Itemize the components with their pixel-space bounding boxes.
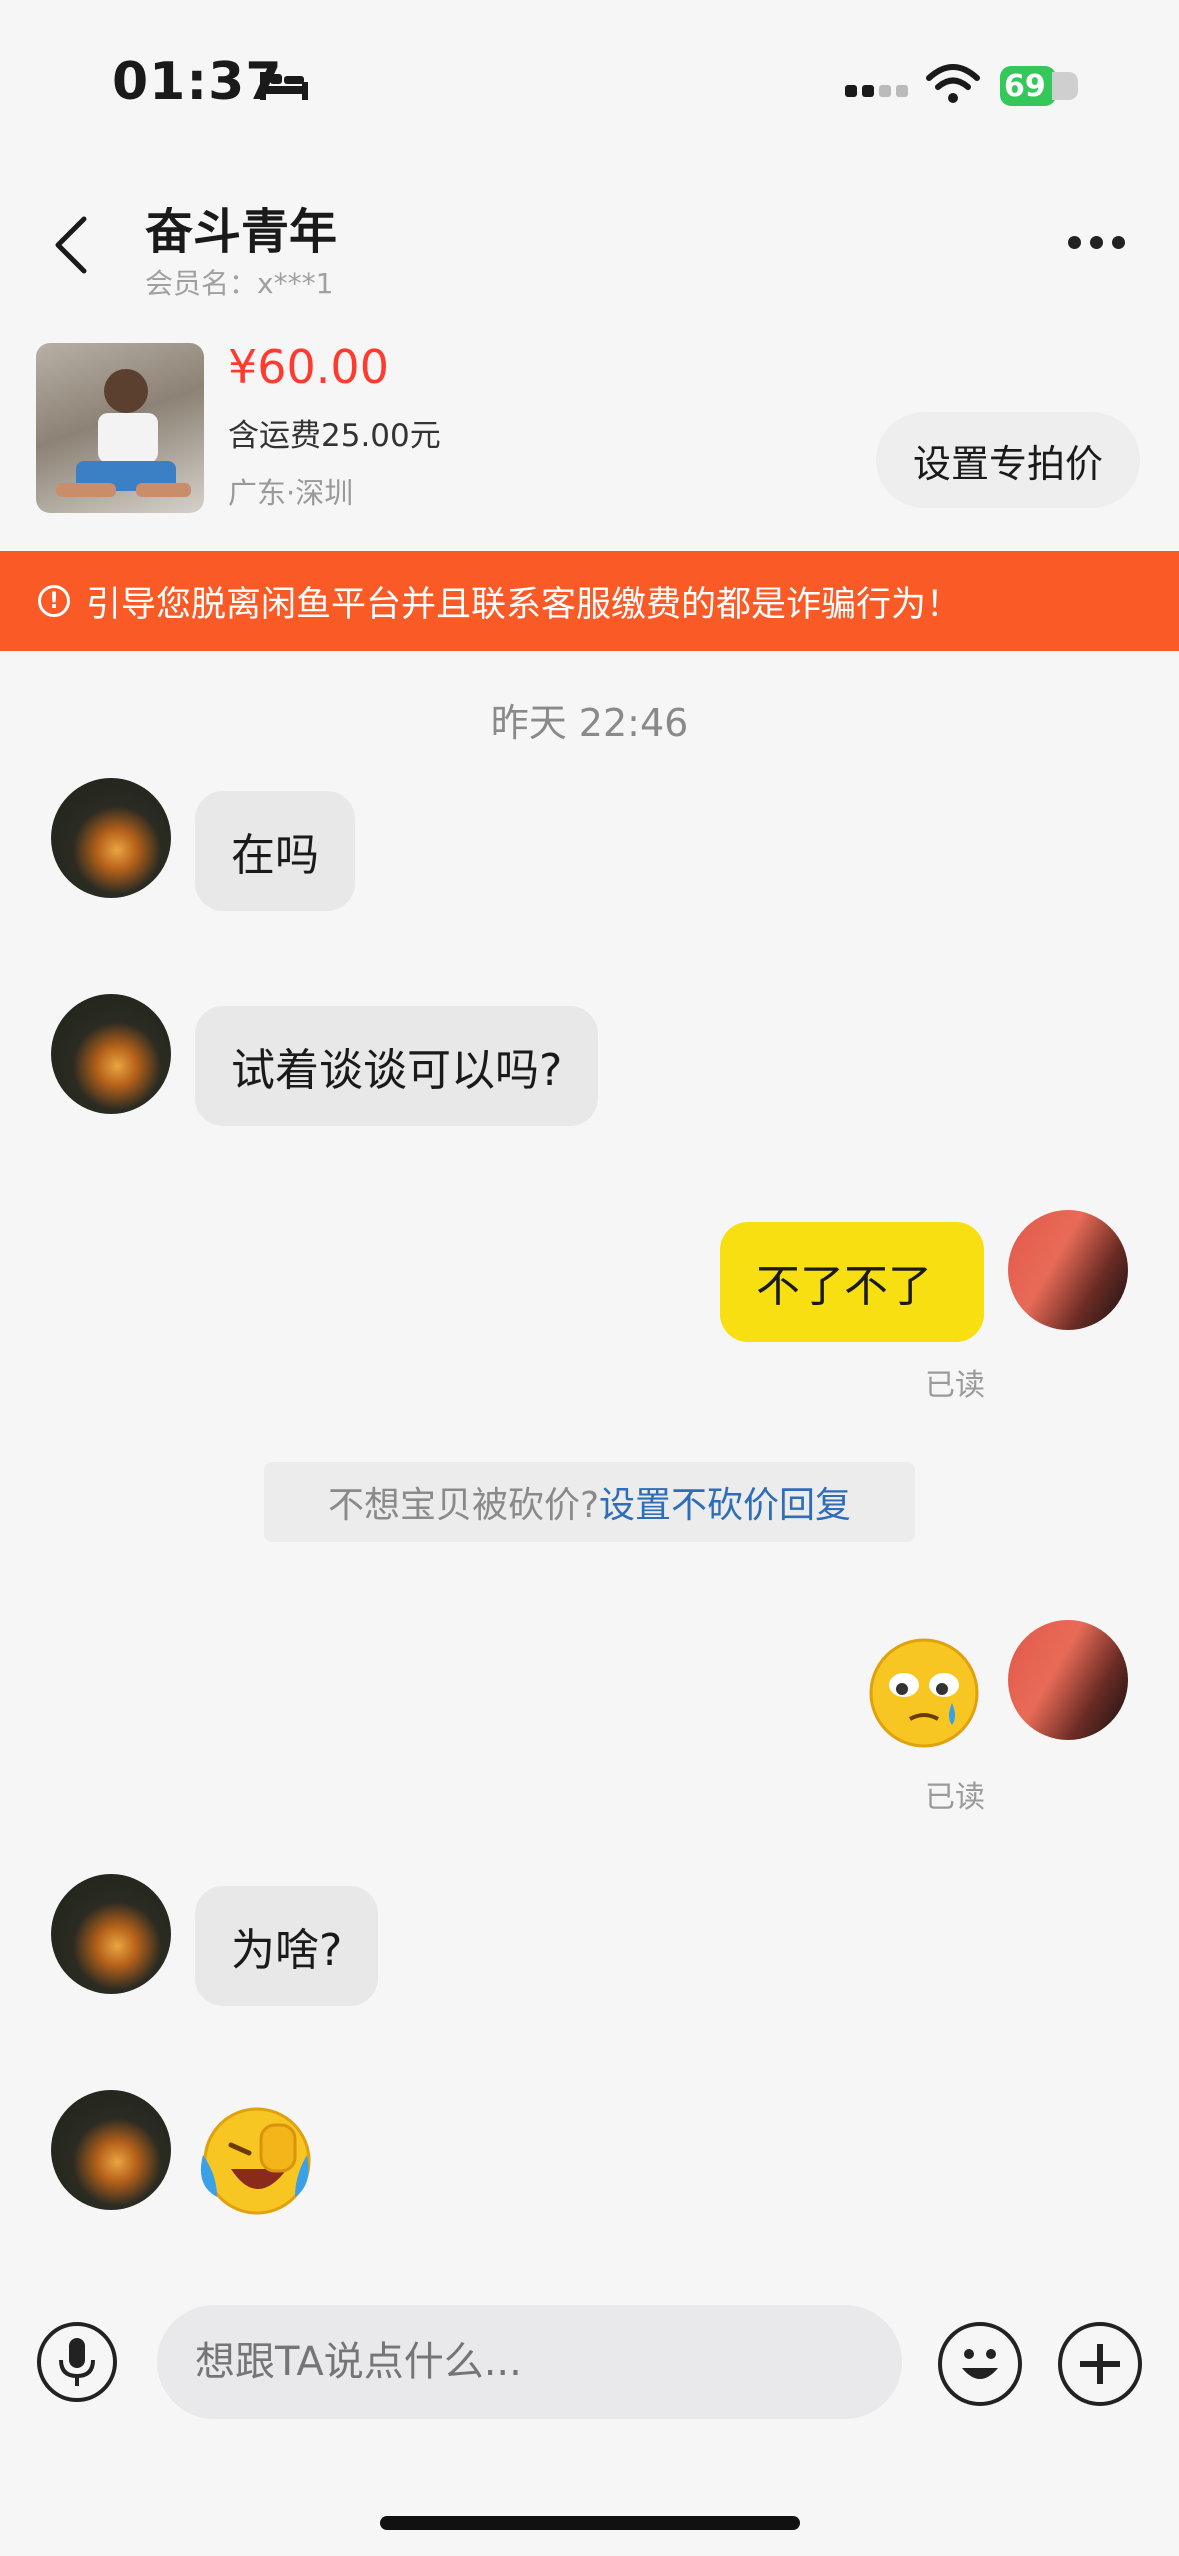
cellular-signal-icon xyxy=(845,82,913,101)
buyer-avatar[interactable] xyxy=(51,2090,171,2210)
wifi-icon xyxy=(926,64,980,103)
product-thumbnail[interactable] xyxy=(36,343,204,513)
more-options-icon[interactable] xyxy=(1068,234,1134,253)
voice-input-button[interactable] xyxy=(37,2322,117,2402)
warning-text: 引导您脱离闲鱼平台并且联系客服缴费的都是诈骗行为！ xyxy=(86,584,962,625)
set-special-price-button[interactable]: 设置专拍价 xyxy=(876,412,1140,508)
message-bubble[interactable]: 在吗 xyxy=(195,791,355,911)
product-location: 广东·深圳 xyxy=(228,476,354,510)
status-time: 01:37 xyxy=(112,52,283,112)
shipping-fee: 含运费25.00元 xyxy=(228,418,441,454)
message-bubble[interactable]: 试着谈谈可以吗? xyxy=(195,1006,599,1126)
more-actions-button[interactable] xyxy=(1058,2322,1142,2406)
my-avatar[interactable] xyxy=(1008,1210,1128,1330)
my-message-bubble[interactable]: 不了不了 xyxy=(720,1222,984,1342)
chat-timestamp: 昨天 22:46 xyxy=(490,701,689,745)
laughing-tears-emoji-icon[interactable] xyxy=(195,2105,313,2217)
chat-title: 奋斗青年 xyxy=(145,204,338,260)
fraud-warning-banner: ! 引导您脱离闲鱼平台并且联系客服缴费的都是诈骗行为！ xyxy=(0,551,1179,651)
message-bubble[interactable]: 为啥? xyxy=(195,1886,379,2006)
read-receipt: 已读 xyxy=(925,1368,985,1403)
buyer-avatar[interactable] xyxy=(51,994,171,1114)
sleep-focus-icon xyxy=(260,72,308,100)
set-no-bargain-reply-link[interactable]: 设置不砍价回复 xyxy=(599,1476,851,1528)
emoji-button[interactable] xyxy=(938,2322,1022,2406)
battery-icon: 69 xyxy=(1000,66,1056,106)
notice-text: 不想宝贝被砍价? xyxy=(327,1485,600,1526)
my-avatar[interactable] xyxy=(1008,1620,1128,1740)
crying-face-emoji-icon[interactable] xyxy=(868,1637,980,1749)
plus-icon xyxy=(1080,2344,1120,2384)
battery-charging-icon xyxy=(1052,72,1078,100)
no-bargain-notice: 不想宝贝被砍价? 设置不砍价回复 xyxy=(264,1462,915,1542)
microphone-icon xyxy=(59,2338,95,2386)
member-name: 会员名：x***1 xyxy=(145,267,334,300)
buyer-avatar[interactable] xyxy=(51,1874,171,1994)
product-price: ¥60.00 xyxy=(228,340,389,394)
message-input[interactable] xyxy=(157,2305,902,2419)
alert-icon: ! xyxy=(38,585,70,617)
home-indicator[interactable] xyxy=(380,2516,800,2530)
buyer-avatar[interactable] xyxy=(51,778,171,898)
back-icon[interactable] xyxy=(52,215,92,275)
battery-level: 69 xyxy=(1004,68,1046,104)
read-receipt: 已读 xyxy=(925,1780,985,1815)
smiley-icon xyxy=(962,2349,998,2379)
